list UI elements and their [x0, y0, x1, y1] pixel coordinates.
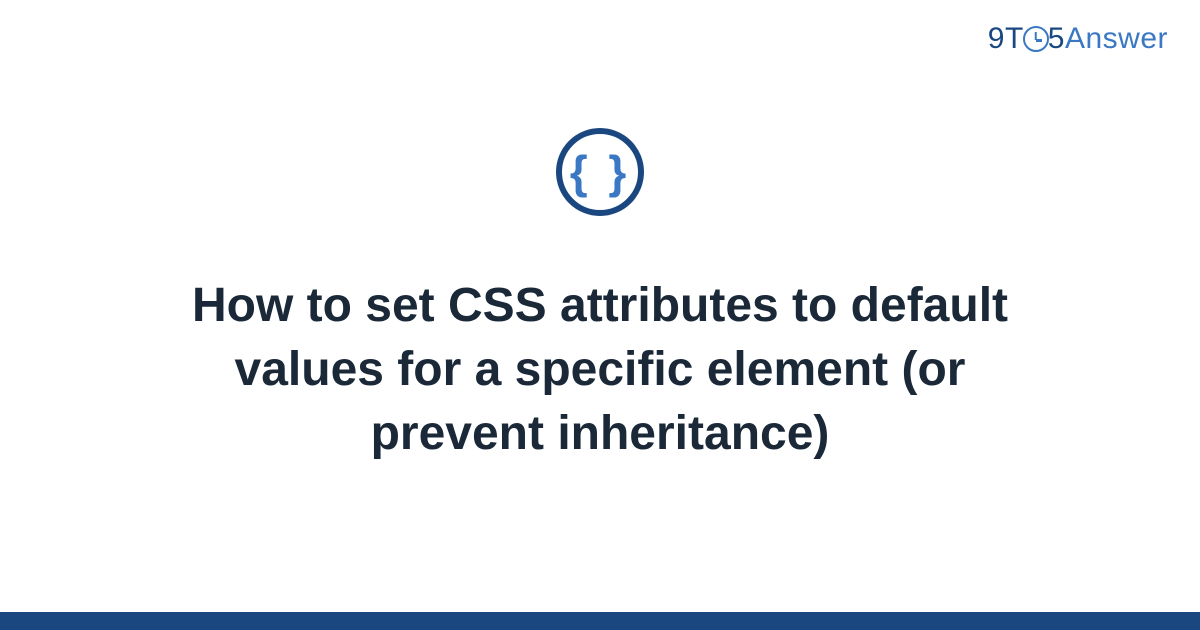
- css-braces-icon: { }: [570, 149, 631, 195]
- logo-nine: 9: [988, 22, 1005, 55]
- logo-five: 5: [1048, 22, 1065, 55]
- main-content: { } How to set CSS attributes to default…: [0, 128, 1200, 465]
- clock-icon: [1023, 26, 1049, 52]
- question-title: How to set CSS attributes to default val…: [120, 274, 1080, 465]
- footer-bar: [0, 612, 1200, 630]
- logo-answer: Answer: [1065, 22, 1168, 55]
- logo-t: T: [1005, 22, 1024, 55]
- category-icon-circle: { }: [556, 128, 644, 216]
- site-logo: 9T5Answer: [988, 22, 1168, 56]
